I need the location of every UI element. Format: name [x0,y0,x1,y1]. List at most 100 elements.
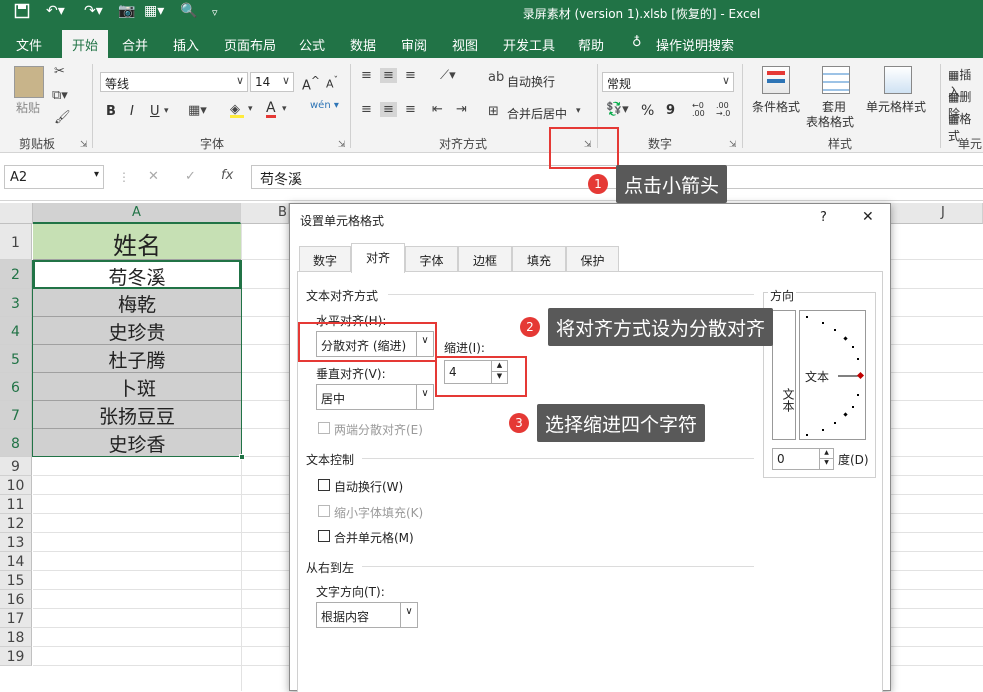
number-format-combo[interactable]: 常规 ∨ [602,72,734,92]
percent-button[interactable]: % [641,103,654,119]
font-color-button[interactable]: A [266,101,276,118]
row-header[interactable]: 6 [0,373,32,401]
cell-a4[interactable]: 史珍贵 [33,317,241,345]
tab-fill[interactable]: 填充 [512,246,566,272]
orientation-dial[interactable]: 文本 [799,310,866,440]
tab-review[interactable]: 审阅 [401,35,427,54]
cancel-icon[interactable]: ✕ [148,169,159,184]
row-header[interactable]: 10 [0,476,32,495]
align-bottom-icon[interactable]: ≡ [405,68,416,83]
row-header[interactable]: 8 [0,429,32,457]
number-launcher-icon[interactable]: ⇲ [729,140,737,150]
column-header-b[interactable]: B [241,203,289,224]
cell-styles-button[interactable]: 单元格样式 [866,98,926,115]
row-header[interactable]: 12 [0,514,32,533]
align-right-icon[interactable]: ≡ [405,102,416,117]
tab-view[interactable]: 视图 [452,35,478,54]
row-header[interactable]: 13 [0,533,32,552]
spin-up-icon[interactable]: ▲ [819,449,833,459]
wrap-text-checkbox[interactable] [318,479,330,491]
row-header[interactable]: 9 [0,457,32,476]
shrink-fit-checkbox[interactable] [318,505,330,517]
row-header[interactable]: 18 [0,628,32,647]
vertical-align-select[interactable]: 居中 ∨ [316,384,434,410]
accounting-format-icon[interactable]: 💱▾ [606,102,629,117]
orientation-icon[interactable]: ⟋▾ [440,68,456,83]
tab-border[interactable]: 边框 [458,246,512,272]
format-as-table-icon[interactable] [822,66,850,94]
italic-button[interactable]: I [130,104,134,119]
tab-number[interactable]: 数字 [299,246,351,272]
column-header-j[interactable]: J [891,203,983,224]
tab-file[interactable]: 文件 [16,35,42,54]
wrap-text-button[interactable]: 自动换行 [507,73,555,90]
tab-merge[interactable]: 合并 [122,35,148,54]
spin-down-icon[interactable]: ▼ [819,459,833,469]
copy-icon[interactable]: ⧉▾ [52,88,68,103]
help-button[interactable]: ? [820,210,827,225]
justify-distributed-checkbox[interactable] [318,422,330,434]
increase-decimal-button[interactable]: ←0.00 [692,102,705,118]
conditional-format-icon[interactable] [762,66,790,94]
row-header[interactable]: 16 [0,590,32,609]
paste-button[interactable]: 粘贴 [16,99,40,116]
vertical-text-box[interactable]: 文本 [772,310,796,440]
tell-me-search[interactable]: 操作说明搜索 [656,35,734,54]
row-header[interactable]: 11 [0,495,32,514]
underline-button[interactable]: U [150,104,160,119]
tab-data[interactable]: 数据 [350,35,376,54]
tab-developer[interactable]: 开发工具 [503,35,555,54]
tab-help[interactable]: 帮助 [578,35,604,54]
row-header[interactable]: 17 [0,609,32,628]
comma-button[interactable]: 9 [666,103,675,118]
chevron-down-icon[interactable]: ▾ [576,106,581,116]
tab-page-layout[interactable]: 页面布局 [224,35,276,54]
merge-center-button[interactable]: 合并后居中 [507,105,567,122]
merge-center-icon[interactable]: ⊞ [488,104,499,119]
chevron-down-icon[interactable]: ▾ [282,104,287,114]
column-header-a[interactable]: A [33,203,241,224]
select-all-corner[interactable] [0,203,33,224]
cell-a1[interactable]: 姓名 [33,224,241,260]
shrink-font-button[interactable]: Aˇ [326,75,338,91]
row-header[interactable]: 2 [0,260,32,289]
tab-insert[interactable]: 插入 [173,35,199,54]
chevron-down-icon[interactable]: ▾ [164,106,169,116]
tab-formulas[interactable]: 公式 [299,35,325,54]
paste-icon[interactable] [14,66,44,98]
cell-a3[interactable]: 梅乾 [33,289,241,317]
fill-handle[interactable] [239,454,245,460]
clipboard-launcher-icon[interactable]: ⇲ [80,140,88,150]
tab-font[interactable]: 字体 [405,246,458,272]
cell-a8[interactable]: 史珍香 [33,429,241,457]
cell-styles-icon[interactable] [884,66,912,94]
bold-button[interactable]: B [106,104,116,119]
enter-icon[interactable]: ✓ [185,169,196,184]
tab-alignment[interactable]: 对齐 [351,243,405,273]
cell-a7[interactable]: 张扬豆豆 [33,401,241,429]
row-header[interactable]: 3 [0,289,32,317]
format-as-table-line2[interactable]: 表格格式 [806,113,854,130]
increase-indent-icon[interactable]: ⇥ [456,102,467,117]
row-header[interactable]: 19 [0,647,32,666]
cell-a6[interactable]: 卜斑 [33,373,241,401]
conditional-format-button[interactable]: 条件格式 [752,98,800,115]
chevron-down-icon[interactable]: ▾ [248,104,253,114]
align-left-icon[interactable]: ≡ [361,102,372,117]
row-header[interactable]: 5 [0,345,32,373]
insert-function-icon[interactable]: fx [221,168,233,183]
row-header[interactable]: 14 [0,552,32,571]
font-launcher-icon[interactable]: ⇲ [338,140,346,150]
cut-icon[interactable]: ✂ [54,64,65,79]
fill-color-icon[interactable]: ◈ [230,102,244,118]
align-center-icon[interactable]: ≡ [380,102,397,117]
phonetic-button[interactable]: wén ▾ [310,100,339,111]
degree-spinner[interactable]: 0 ▲ ▼ [772,448,834,470]
grow-font-button[interactable]: A^ [302,74,320,93]
merge-cells-checkbox[interactable] [318,530,330,542]
row-header[interactable]: 7 [0,401,32,429]
align-top-icon[interactable]: ≡ [361,68,372,83]
wrap-text-icon[interactable]: ab [488,70,504,85]
cell-a2-active[interactable]: 苟冬溪 [33,260,241,289]
format-painter-icon[interactable]: 🖌 [54,110,71,125]
